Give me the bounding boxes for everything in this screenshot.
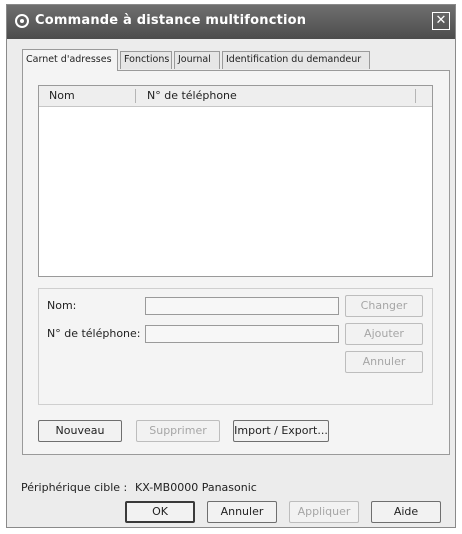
target-device-label: Périphérique cible :: [21, 481, 128, 494]
window-title: Commande à distance multifonction: [35, 13, 307, 28]
import-export-button[interactable]: Import / Export...: [233, 420, 329, 442]
list-header: Nom N° de téléphone: [39, 86, 432, 107]
cancel-edit-button[interactable]: Annuler: [345, 351, 423, 373]
ok-button[interactable]: OK: [125, 501, 195, 523]
change-button[interactable]: Changer: [345, 295, 423, 317]
tab-functions[interactable]: Fonctions: [120, 51, 172, 69]
contact-details-group: Nom: Changer N° de téléphone: Ajouter An…: [38, 288, 433, 405]
close-button[interactable]: ✕: [432, 12, 450, 30]
add-button[interactable]: Ajouter: [345, 323, 423, 345]
column-header-name[interactable]: Nom: [49, 86, 75, 106]
name-label: Nom:: [47, 299, 77, 312]
contact-list[interactable]: Nom N° de téléphone: [38, 85, 433, 277]
address-book-panel: Nom N° de téléphone Nom: Changer N° de t…: [22, 70, 450, 455]
tab-caller-id[interactable]: Identification du demandeur: [222, 51, 370, 69]
title-bar: Commande à distance multifonction ✕: [7, 5, 455, 39]
tab-journal[interactable]: Journal: [174, 51, 220, 69]
delete-button[interactable]: Supprimer: [136, 420, 220, 442]
dialog-window: Commande à distance multifonction ✕ Carn…: [6, 4, 456, 528]
tab-address-book[interactable]: Carnet d'adresses: [22, 49, 118, 71]
target-device-value: KX-MB0000 Panasonic: [135, 481, 257, 494]
column-header-phone[interactable]: N° de téléphone: [147, 86, 237, 106]
close-icon: ✕: [435, 13, 447, 28]
new-button[interactable]: Nouveau: [38, 420, 122, 442]
name-field[interactable]: [145, 297, 339, 315]
phone-field[interactable]: [145, 325, 339, 343]
column-separator[interactable]: [135, 89, 136, 103]
cancel-button[interactable]: Annuler: [207, 501, 277, 523]
column-separator[interactable]: [415, 89, 416, 103]
help-button[interactable]: Aide: [371, 501, 441, 523]
apply-button[interactable]: Appliquer: [289, 501, 359, 523]
phone-label: N° de téléphone:: [47, 327, 141, 340]
tab-bar: Carnet d'adresses Fonctions Journal Iden…: [22, 49, 442, 71]
app-icon: [15, 14, 29, 28]
